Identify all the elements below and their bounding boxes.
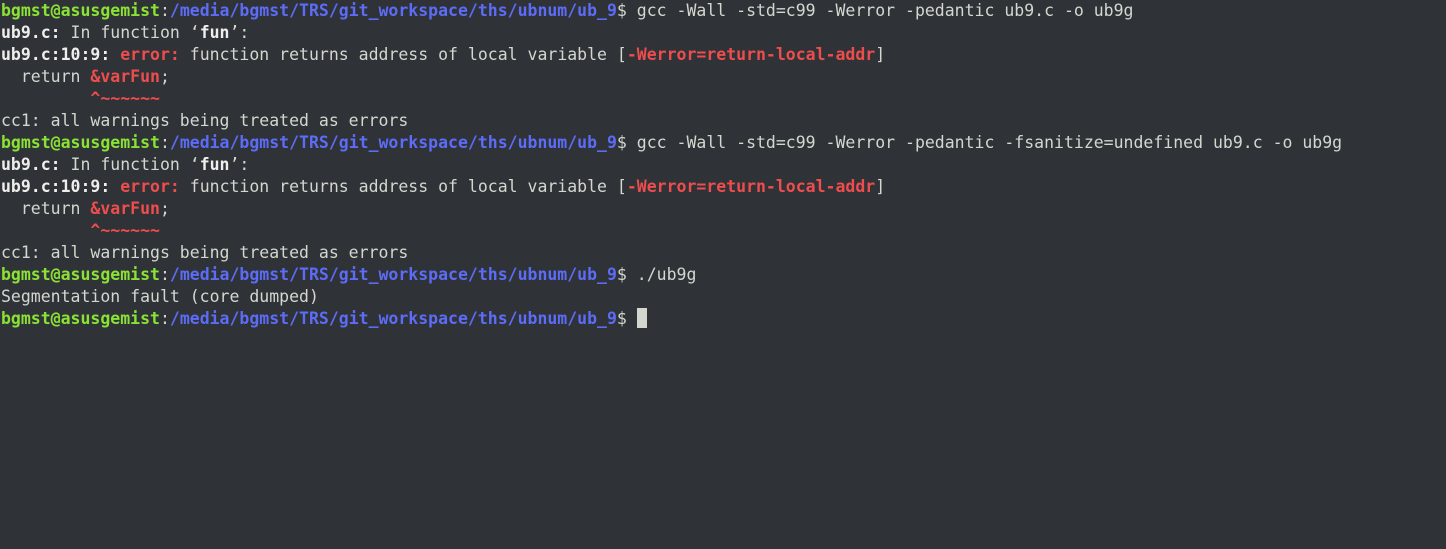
text-cursor[interactable] [636,308,647,328]
error-flag: -Werror=return-local-addr [626,45,876,64]
code-var: &varFun [90,199,160,218]
caret-line: ^~~~~~~ [0,88,1446,110]
code-semicolon: ; [159,67,170,86]
prompt-path: /media/bgmst/TRS/git_workspace/ths/ubnum… [169,1,617,20]
error-word: error: [110,45,180,64]
in-function-file: ub9.c: [1,155,61,174]
prompt-user-host: bgmst@asusgemist [1,133,160,152]
caret-marker: ^~~~~~~ [1,221,160,240]
prompt-line: bgmst@asusgemist:/media/bgmst/TRS/git_wo… [0,0,1446,22]
error-location: ub9.c:10:9: [1,177,111,196]
cc1-message: cc1: all warnings being treated as error… [1,111,409,130]
error-message: function returns address of local variab… [179,45,627,64]
prompt-line: bgmst@asusgemist:/media/bgmst/TRS/git_wo… [0,132,1446,154]
prompt-colon: : [159,133,170,152]
output-line: cc1: all warnings being treated as error… [0,242,1446,264]
output-line: ub9.c: In function ‘fun’: [0,22,1446,44]
prompt-sigil: $ [616,265,637,284]
prompt-path: /media/bgmst/TRS/git_workspace/ths/ubnum… [169,133,617,152]
prompt-colon: : [159,1,170,20]
prompt-sigil: $ [616,1,637,20]
code-var: &varFun [90,67,160,86]
output-line: cc1: all warnings being treated as error… [0,110,1446,132]
command-text: gcc -Wall -std=c99 -Werror -pedantic ub9… [636,1,1134,20]
active-prompt-line[interactable]: bgmst@asusgemist:/media/bgmst/TRS/git_wo… [0,308,1446,330]
error-message: function returns address of local variab… [179,177,627,196]
prompt-line: bgmst@asusgemist:/media/bgmst/TRS/git_wo… [0,264,1446,286]
prompt-sigil: $ [616,309,637,328]
command-text: gcc -Wall -std=c99 -Werror -pedantic -fs… [636,133,1343,152]
error-close: ] [875,45,886,64]
error-line: ub9.c:10:9: error: function returns addr… [0,176,1446,198]
prompt-path: /media/bgmst/TRS/git_workspace/ths/ubnum… [169,265,617,284]
code-return: return [1,199,91,218]
in-function-file: ub9.c: [1,23,61,42]
code-line: return &varFun; [0,66,1446,88]
code-line: return &varFun; [0,198,1446,220]
command-text: ./ub9g [636,265,697,284]
error-word: error: [110,177,180,196]
caret-line: ^~~~~~~ [0,220,1446,242]
output-line: ub9.c: In function ‘fun’: [0,154,1446,176]
prompt-colon: : [159,265,170,284]
prompt-path: /media/bgmst/TRS/git_workspace/ths/ubnum… [169,309,617,328]
prompt-user-host: bgmst@asusgemist [1,265,160,284]
code-return: return [1,67,91,86]
prompt-sigil: $ [616,133,637,152]
in-function-text: In function ‘ [60,155,200,174]
function-name: fun [199,23,230,42]
in-function-text: In function ‘ [60,23,200,42]
prompt-user-host: bgmst@asusgemist [1,1,160,20]
cc1-message: cc1: all warnings being treated as error… [1,243,409,262]
error-flag: -Werror=return-local-addr [626,177,876,196]
error-location: ub9.c:10:9: [1,45,111,64]
function-name: fun [199,155,230,174]
error-line: ub9.c:10:9: error: function returns addr… [0,44,1446,66]
output-line: Segmentation fault (core dumped) [0,286,1446,308]
caret-marker: ^~~~~~~ [1,89,160,108]
error-close: ] [875,177,886,196]
terminal-window[interactable]: bgmst@asusgemist:/media/bgmst/TRS/git_wo… [0,0,1446,549]
in-function-end: ’: [229,155,250,174]
prompt-user-host: bgmst@asusgemist [1,309,160,328]
segfault-message: Segmentation fault (core dumped) [1,287,319,306]
prompt-colon: : [159,309,170,328]
in-function-end: ’: [229,23,250,42]
code-semicolon: ; [159,199,170,218]
